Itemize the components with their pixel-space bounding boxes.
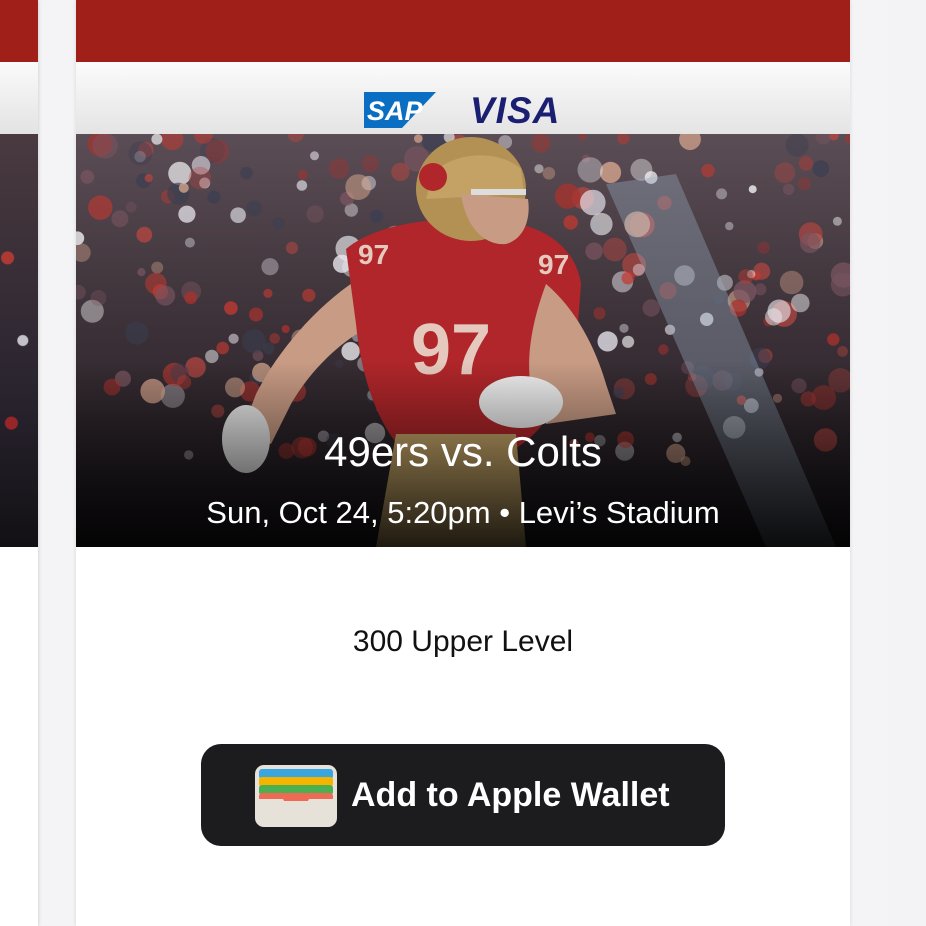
previous-ticket-card[interactable]	[0, 0, 38, 926]
apple-wallet-icon	[255, 765, 337, 827]
previous-ticket-sponsor-band	[0, 62, 38, 134]
sap-logo: SAP	[364, 92, 436, 128]
add-to-apple-wallet-button[interactable]: Add to Apple Wallet	[201, 744, 725, 846]
next-ticket-card[interactable]	[888, 0, 926, 926]
add-to-apple-wallet-label: Add to Apple Wallet	[351, 776, 670, 814]
event-date-venue: Sun, Oct 24, 5:20pm • Levi’s Stadium	[206, 495, 720, 530]
previous-ticket-header-bar	[0, 0, 38, 62]
sap-logo-text: SAP	[367, 96, 424, 126]
ticket-card: SAP VISA 49ers vs. Colts Sun, Oct 24, 5:…	[76, 0, 850, 926]
player-photo: 97 97 97	[76, 134, 850, 547]
ticket-header-bar	[76, 0, 850, 62]
event-hero-image: 97 97 97	[76, 134, 850, 547]
seat-section-label: 300 Upper Level	[352, 625, 574, 658]
visa-logo: VISA	[470, 90, 561, 131]
previous-ticket-hero-image	[0, 134, 38, 547]
sponsor-band	[76, 62, 850, 134]
event-title: 49ers vs. Colts	[324, 428, 602, 475]
